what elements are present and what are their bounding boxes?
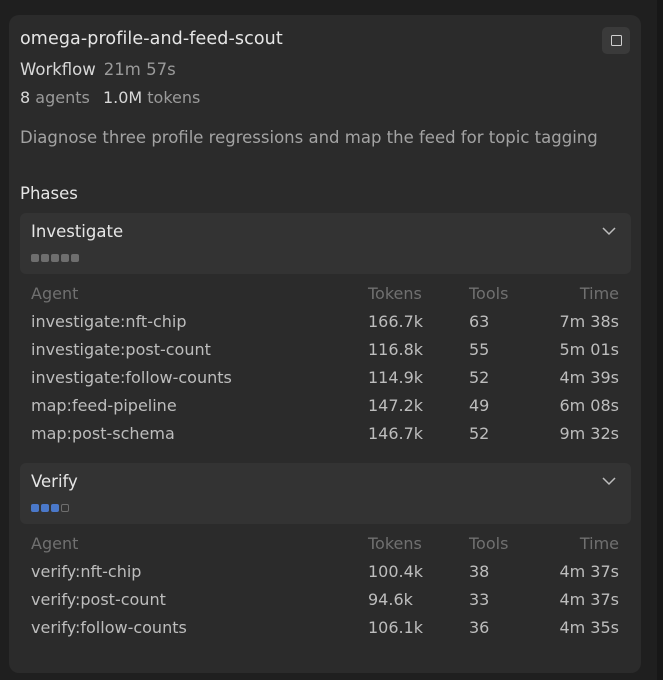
agent-tokens: 100.4k	[368, 562, 424, 581]
agent-tokens: 147.2k	[368, 396, 424, 415]
progress-step-pending	[61, 504, 69, 512]
agent-tools: 38	[469, 562, 490, 581]
table-row[interactable]: investigate:nft-chip 166.7k 63 7m 38s	[20, 312, 619, 336]
agent-tools: 49	[469, 396, 490, 415]
agent-tokens: 106.1k	[368, 618, 424, 637]
progress-step-done	[71, 254, 79, 262]
chevron-down-icon[interactable]	[601, 225, 617, 237]
agent-name: verify:nft-chip	[31, 562, 142, 581]
agent-name: verify:follow-counts	[31, 618, 187, 637]
chevron-down-icon[interactable]	[601, 475, 617, 487]
column-header-tokens: Tokens	[368, 534, 422, 553]
phase-header-investigate[interactable]: Investigate	[20, 213, 631, 274]
agent-tokens: 114.9k	[368, 368, 424, 387]
progress-step-done	[51, 254, 59, 262]
agent-tools: 36	[469, 618, 490, 637]
agent-tools: 33	[469, 590, 490, 609]
agent-time: 4m 37s	[559, 590, 619, 609]
column-header-agent: Agent	[31, 284, 79, 303]
agent-tools: 52	[469, 424, 490, 443]
phase-progress	[31, 504, 69, 512]
agent-name: investigate:follow-counts	[31, 368, 232, 387]
agent-time: 7m 38s	[559, 312, 619, 331]
agent-tools: 55	[469, 340, 490, 359]
agent-tokens: 146.7k	[368, 424, 424, 443]
phases-heading: Phases	[20, 184, 78, 203]
table-row[interactable]: verify:nft-chip 100.4k 38 4m 37s	[20, 562, 619, 586]
progress-step-active	[31, 504, 39, 512]
agent-name: investigate:post-count	[31, 340, 211, 359]
progress-step-done	[31, 254, 39, 262]
column-header-tokens: Tokens	[368, 284, 422, 303]
agent-time: 5m 01s	[559, 340, 619, 359]
table-row[interactable]: map:post-schema 146.7k 52 9m 32s	[20, 424, 619, 448]
agent-tools: 52	[469, 368, 490, 387]
agent-time: 4m 37s	[559, 562, 619, 581]
agent-name: map:feed-pipeline	[31, 396, 177, 415]
table-row[interactable]: map:feed-pipeline 147.2k 49 6m 08s	[20, 396, 619, 420]
progress-step-active	[51, 504, 59, 512]
column-header-time: Time	[579, 284, 619, 303]
progress-step-done	[41, 254, 49, 262]
agent-name: investigate:nft-chip	[31, 312, 187, 331]
column-header-tools: Tools	[469, 534, 509, 553]
agent-name: verify:post-count	[31, 590, 166, 609]
scrollbar-track[interactable]	[657, 0, 663, 680]
agent-tokens: 94.6k	[368, 590, 413, 609]
workflow-description: Diagnose three profile regressions and m…	[20, 128, 598, 147]
column-header-agent: Agent	[31, 534, 79, 553]
phase-name: Verify	[31, 472, 78, 491]
workflow-meta: Workflow 21m 57s	[20, 60, 176, 79]
workflow-card: omega-profile-and-feed-scout Workflow 21m…	[9, 15, 641, 673]
stop-icon	[610, 35, 622, 46]
tokens-count: 1.0M	[102, 88, 143, 107]
phase-progress	[31, 254, 79, 262]
progress-step-done	[61, 254, 69, 262]
agent-name: map:post-schema	[31, 424, 175, 443]
column-header-tools: Tools	[469, 284, 509, 303]
agent-time: 4m 39s	[559, 368, 619, 387]
agents-label: agents	[35, 88, 90, 107]
table-header: Agent Tokens Tools Time	[20, 284, 619, 308]
stop-button[interactable]	[602, 27, 630, 54]
agents-count: 8	[20, 88, 31, 107]
agent-tools: 63	[469, 312, 490, 331]
agent-tokens: 166.7k	[368, 312, 424, 331]
workflow-title: omega-profile-and-feed-scout	[20, 29, 283, 49]
table-row[interactable]: investigate:follow-counts 114.9k 52 4m 39s	[20, 368, 619, 392]
table-row[interactable]: verify:follow-counts 106.1k 36 4m 35s	[20, 618, 619, 642]
phase-header-verify[interactable]: Verify	[20, 463, 631, 524]
tokens-label: tokens	[147, 88, 201, 107]
column-header-time: Time	[579, 534, 619, 553]
phase-name: Investigate	[31, 222, 124, 241]
table-row[interactable]: investigate:post-count 116.8k 55 5m 01s	[20, 340, 619, 364]
workflow-stats: 8 agents 1.0M tokens	[20, 88, 200, 107]
agent-time: 6m 08s	[559, 396, 619, 415]
top-strip	[0, 0, 663, 12]
progress-step-active	[41, 504, 49, 512]
agent-time: 4m 35s	[559, 618, 619, 637]
table-header: Agent Tokens Tools Time	[20, 534, 619, 558]
workflow-duration: 21m 57s	[103, 60, 176, 79]
workflow-kind: Workflow	[20, 60, 96, 79]
agent-time: 9m 32s	[559, 424, 619, 443]
agent-tokens: 116.8k	[368, 340, 424, 359]
table-row[interactable]: verify:post-count 94.6k 33 4m 37s	[20, 590, 619, 614]
